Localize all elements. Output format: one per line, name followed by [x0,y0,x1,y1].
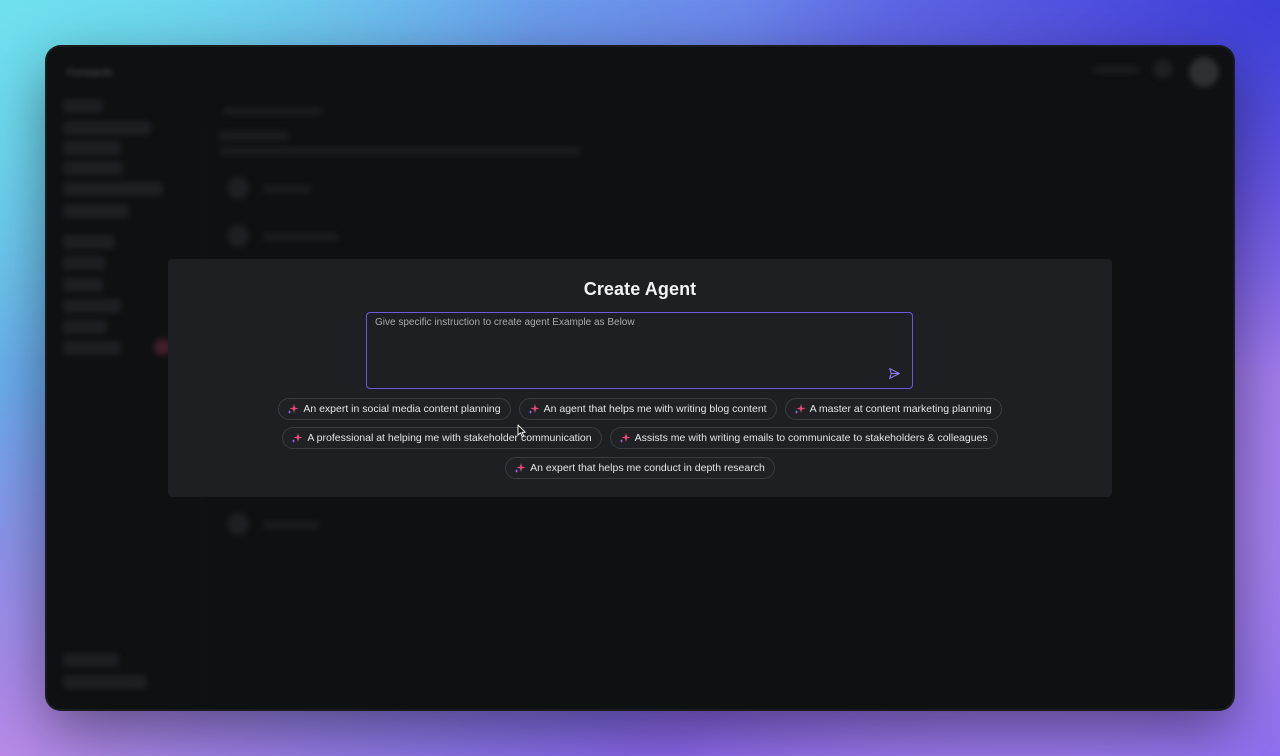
sidebar-item [63,653,119,667]
suggestion-chip[interactable]: A professional at helping me with stakeh… [282,427,602,449]
list-item [263,185,311,193]
sparkle-icon [287,403,299,415]
sparkle-icon [528,403,540,415]
suggestion-row: A professional at helping me with stakeh… [168,427,1112,449]
sparkle-icon [794,403,806,415]
page-subtitle [219,147,581,155]
modal-title: Create Agent [583,279,697,299]
suggestion-label: An expert that helps me conduct in depth… [530,462,765,474]
suggestion-chip[interactable]: Assists me with writing emails to commun… [609,427,998,449]
suggestion-chip[interactable]: An expert in social media content planni… [278,398,511,420]
suggestion-label: A professional at helping me with stakeh… [307,432,592,444]
suggestion-label: A master at content marketing planning [809,403,992,415]
suggestion-row: An expert in social media content planni… [168,398,1112,420]
agent-instruction-input[interactable] [375,317,875,377]
suggestion-row: An expert that helps me conduct in depth… [168,457,1112,479]
breadcrumb [223,107,323,115]
sidebar-item [63,182,163,196]
suggestion-label: An agent that helps me with writing blog… [543,403,767,415]
prompt-box [366,312,913,389]
sidebar-item [63,341,121,355]
sidebar-item [63,675,147,689]
list-item-icon [227,177,249,199]
send-icon [888,367,900,379]
suggestion-label: Assists me with writing emails to commun… [634,432,988,444]
list-item-icon [227,513,249,535]
list-item-icon [227,225,249,247]
sidebar-item [63,141,121,155]
header-action [1093,66,1139,74]
sparkle-icon [291,432,303,444]
suggestion-chip[interactable]: An agent that helps me with writing blog… [518,398,777,420]
sidebar-item [63,256,105,270]
send-button[interactable] [886,365,902,381]
create-agent-modal: Create Agent An expert in social media c… [168,259,1112,497]
sidebar-item [63,235,115,249]
brand-logo: Forwards [67,67,113,79]
list-item [263,233,339,241]
sidebar-item [63,204,129,218]
mouse-cursor-icon [517,424,526,438]
app-window: Forwards Create Agent Give specific inst… [47,47,1233,709]
header-icon [1153,59,1173,79]
suggestion-chip[interactable]: A master at content marketing planning [784,398,1002,420]
sidebar-item [63,99,103,113]
suggestion-chip[interactable]: An expert that helps me conduct in depth… [505,457,775,479]
avatar [1189,57,1219,87]
list-item [263,521,319,529]
sidebar-item [63,121,151,135]
sidebar-item [63,320,107,334]
sparkle-icon [514,462,526,474]
suggestion-label: An expert in social media content planni… [303,403,501,415]
sidebar-item [63,299,121,313]
page-title [219,131,289,141]
sparkle-icon [619,432,631,444]
sidebar-item [63,161,123,175]
sidebar-item [63,278,103,292]
